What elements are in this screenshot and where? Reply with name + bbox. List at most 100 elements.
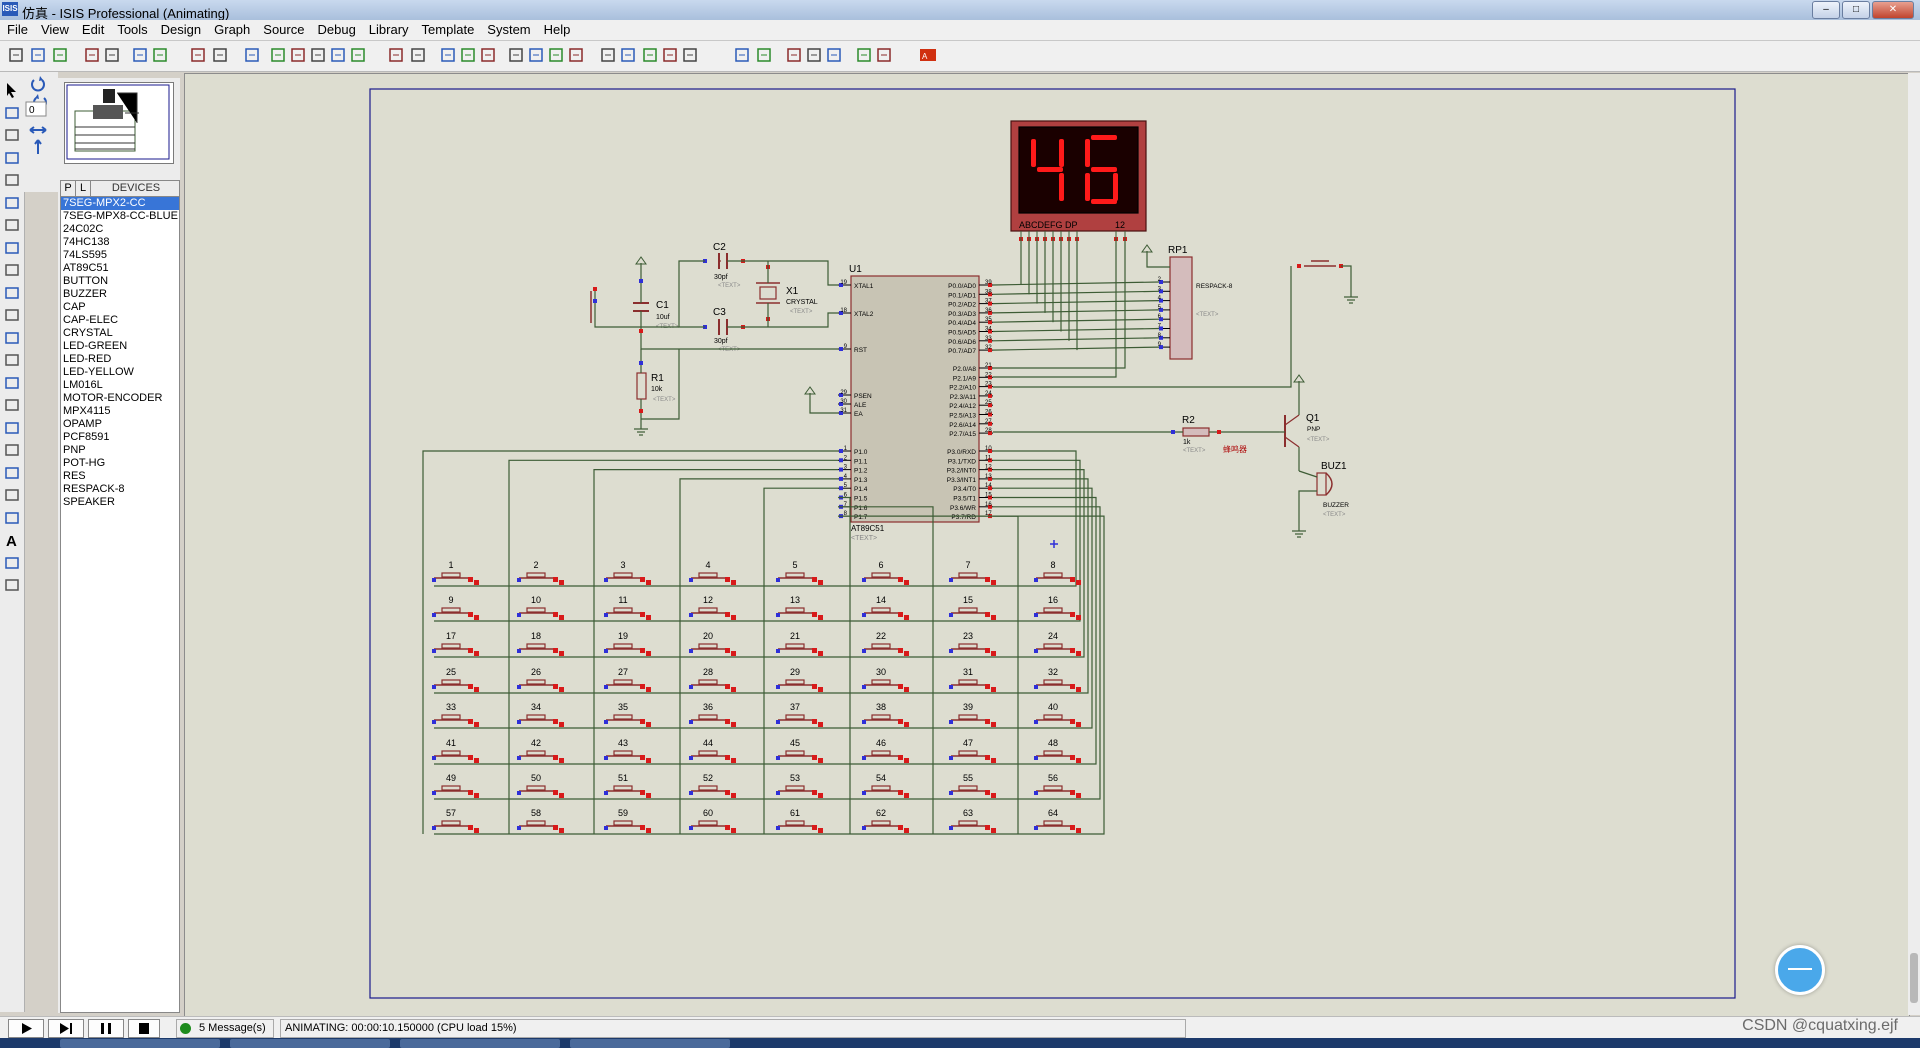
- electrical-rule-check-icon[interactable]: [876, 47, 892, 63]
- pick-device-icon[interactable]: [600, 47, 616, 63]
- keypad-button[interactable]: 40: [1034, 702, 1081, 727]
- keypad-button[interactable]: 12: [689, 595, 736, 620]
- step-button[interactable]: [48, 1019, 84, 1038]
- keypad-button[interactable]: 48: [1034, 738, 1081, 763]
- keypad-button[interactable]: 9: [432, 595, 479, 620]
- menu-file[interactable]: File: [0, 20, 34, 37]
- tape-recorder-icon[interactable]: [4, 307, 20, 323]
- keypad-button[interactable]: 1: [432, 560, 479, 585]
- messages-indicator[interactable]: 5 Message(s): [176, 1019, 274, 1038]
- keypad-button[interactable]: 10: [517, 595, 564, 620]
- box-icon[interactable]: [4, 442, 20, 458]
- keypad-button[interactable]: 25: [432, 667, 479, 692]
- menu-help[interactable]: Help: [537, 20, 577, 37]
- keypad-button[interactable]: 39: [949, 702, 996, 727]
- menu-tools[interactable]: Tools: [110, 20, 153, 37]
- undo-icon[interactable]: [388, 47, 404, 63]
- keypad-button[interactable]: 51: [604, 773, 651, 798]
- keypad-button[interactable]: 37: [776, 702, 823, 727]
- menu-template[interactable]: Template: [415, 20, 481, 37]
- voltage-probe-icon[interactable]: [4, 352, 20, 368]
- device-list-item[interactable]: BUTTON: [61, 275, 179, 288]
- symbol-icon[interactable]: [4, 555, 20, 571]
- keypad-button[interactable]: 13: [776, 595, 823, 620]
- netlist-ares-icon[interactable]: A: [920, 47, 936, 63]
- stop-button[interactable]: [128, 1019, 160, 1038]
- circle-icon[interactable]: [4, 465, 20, 481]
- keypad-button[interactable]: 6: [862, 560, 909, 585]
- library-manager-button[interactable]: L: [76, 181, 91, 196]
- device-list-item[interactable]: CRYSTAL: [61, 327, 179, 340]
- device-list-item[interactable]: POT-HG: [61, 457, 179, 470]
- line-icon[interactable]: [4, 420, 20, 436]
- device-list-item[interactable]: PNP: [61, 444, 179, 457]
- block-delete-icon[interactable]: [568, 47, 584, 63]
- mirror-vertical-icon[interactable]: [34, 139, 42, 154]
- device-list-item[interactable]: 24C02C: [61, 223, 179, 236]
- keypad-button[interactable]: 32: [1034, 667, 1081, 692]
- taskbar-item[interactable]: [60, 1039, 220, 1048]
- decompose-icon[interactable]: [662, 47, 678, 63]
- play-button[interactable]: [8, 1019, 44, 1038]
- keypad-button[interactable]: 38: [862, 702, 909, 727]
- menu-system[interactable]: System: [480, 20, 536, 37]
- device-list-item[interactable]: MPX4115: [61, 405, 179, 418]
- keypad-button[interactable]: 27: [604, 667, 651, 692]
- property-assign-icon[interactable]: [756, 47, 772, 63]
- keypad-button[interactable]: 28: [689, 667, 736, 692]
- copy-icon[interactable]: [460, 47, 476, 63]
- maximize-button[interactable]: □: [1842, 1, 1870, 19]
- pan-icon[interactable]: [270, 47, 286, 63]
- mirror-horizontal-icon[interactable]: [29, 126, 47, 134]
- device-list-item[interactable]: RESPACK-8: [61, 483, 179, 496]
- arc-icon[interactable]: [4, 487, 20, 503]
- schematic-canvas[interactable]: 46ABCDEFG DP12U1AT89C51<TEXT>XTAL119XTAL…: [184, 73, 1910, 1017]
- keypad-button[interactable]: 45: [776, 738, 823, 763]
- keypad-button[interactable]: 34: [517, 702, 564, 727]
- keypad-button[interactable]: 24: [1034, 631, 1081, 656]
- keypad-button[interactable]: 57: [432, 808, 479, 833]
- keypad-button[interactable]: 42: [517, 738, 564, 763]
- keypad-button[interactable]: 4: [689, 560, 736, 585]
- keypad-button[interactable]: 41: [432, 738, 479, 763]
- wire-label-icon[interactable]: [4, 150, 20, 166]
- keypad-button[interactable]: 50: [517, 773, 564, 798]
- keypad-button[interactable]: 35: [604, 702, 651, 727]
- device-list-item[interactable]: 7SEG-MPX2-CC: [61, 197, 179, 210]
- menu-edit[interactable]: Edit: [75, 20, 110, 37]
- menu-design[interactable]: Design: [154, 20, 207, 37]
- open-icon[interactable]: [30, 47, 46, 63]
- keypad-button[interactable]: 31: [949, 667, 996, 692]
- zoom-out-icon[interactable]: [310, 47, 326, 63]
- menu-view[interactable]: View: [34, 20, 75, 37]
- keypad-button[interactable]: 18: [517, 631, 564, 656]
- keypad-button[interactable]: 36: [689, 702, 736, 727]
- device-list-item[interactable]: 7SEG-MPX8-CC-BLUE: [61, 210, 179, 223]
- keypad-button[interactable]: 11: [604, 595, 651, 620]
- pause-button[interactable]: [88, 1019, 124, 1038]
- device-list-item[interactable]: AT89C51: [61, 262, 179, 275]
- keypad-button[interactable]: 22: [862, 631, 909, 656]
- print-area-icon[interactable]: [152, 47, 168, 63]
- keypad-button[interactable]: 17: [432, 631, 479, 656]
- device-list-item[interactable]: LM016L: [61, 379, 179, 392]
- keypad-button[interactable]: 63: [949, 808, 996, 833]
- keypad-button[interactable]: 47: [949, 738, 996, 763]
- wire-autoroute-icon[interactable]: [682, 47, 698, 63]
- keypad-button[interactable]: 2: [517, 560, 564, 585]
- virtual-instruments-icon[interactable]: [4, 397, 20, 413]
- selection-mode-icon[interactable]: [4, 82, 20, 98]
- close-button[interactable]: ✕: [1872, 1, 1914, 19]
- keypad-button[interactable]: 15: [949, 595, 996, 620]
- make-device-icon[interactable]: [620, 47, 636, 63]
- keypad-button[interactable]: 19: [604, 631, 651, 656]
- keypad-button[interactable]: 16: [1034, 595, 1081, 620]
- device-list-item[interactable]: LED-GREEN: [61, 340, 179, 353]
- text-icon[interactable]: A: [4, 532, 20, 550]
- save-icon[interactable]: [52, 47, 68, 63]
- search-icon[interactable]: [734, 47, 750, 63]
- block-rotate-icon[interactable]: [548, 47, 564, 63]
- device-list-item[interactable]: MOTOR-ENCODER: [61, 392, 179, 405]
- keypad-button[interactable]: 56: [1034, 773, 1081, 798]
- device-list-item[interactable]: 74LS595: [61, 249, 179, 262]
